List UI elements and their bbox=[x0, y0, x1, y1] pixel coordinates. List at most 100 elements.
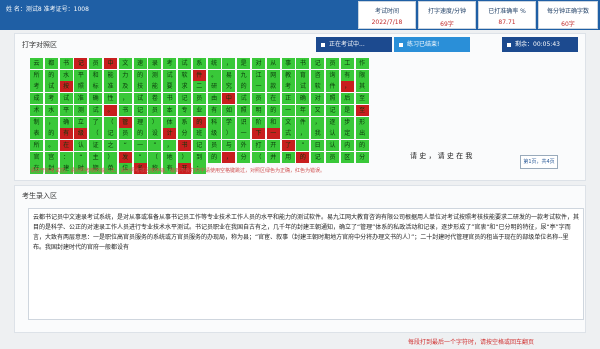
compare-cell-correct: ” bbox=[148, 139, 162, 151]
compare-cell-correct: 及 bbox=[118, 81, 132, 93]
stat-label: 考试时间 bbox=[374, 8, 399, 15]
page-indicator[interactable]: 第1页，共4页 bbox=[520, 155, 558, 169]
compare-cell-correct: 学 bbox=[222, 116, 236, 128]
compare-cell-correct: 询 bbox=[326, 69, 339, 81]
compare-cell-correct: 分 bbox=[178, 128, 191, 140]
compare-cell-correct: 至 bbox=[355, 93, 369, 105]
compare-cell-correct: 我 bbox=[311, 128, 325, 140]
compare-cell-correct: 明 bbox=[252, 104, 265, 116]
compare-cell-correct: 用 bbox=[281, 151, 295, 163]
stat-value: 60字 bbox=[561, 21, 575, 28]
typed-text[interactable]: 云都书记员中文速录考试系统，是对从事或准备从事书记员工作等专业技术工作人员的水平… bbox=[33, 213, 579, 253]
compare-cell-correct: 记 bbox=[133, 104, 147, 116]
compare-cell-correct: 江 bbox=[252, 69, 265, 81]
compare-cell-correct: 准 bbox=[104, 81, 117, 93]
examinee-info: 姓 名：测试8 准考证号：1008 bbox=[6, 6, 89, 13]
compare-cell-correct: 技 bbox=[133, 81, 147, 93]
compare-cell-correct: 试 bbox=[133, 93, 147, 105]
compare-cell-correct: 分 bbox=[237, 151, 251, 163]
compare-cell-correct: 易 bbox=[222, 69, 236, 81]
compare-cell-correct: 正 bbox=[281, 93, 295, 105]
compare-cell-correct: ： bbox=[59, 151, 73, 163]
stat-typing-speed: 打字速度/分钟 69字 bbox=[418, 1, 476, 29]
compare-cell-correct: 和 bbox=[89, 69, 103, 81]
compare-cell-correct: 书 bbox=[163, 93, 177, 105]
compare-cell-error: 按 bbox=[59, 81, 73, 93]
compare-cell-correct: 地 bbox=[163, 151, 177, 163]
status-square-icon bbox=[399, 42, 403, 47]
compare-cell-correct: （ bbox=[89, 128, 103, 140]
compare-cell-error: 计 bbox=[163, 128, 177, 140]
compare-cell-correct: 主 bbox=[89, 151, 103, 163]
practice-status-button[interactable]: 练习已结束! bbox=[394, 37, 470, 52]
compare-cell-correct: 究 bbox=[222, 81, 236, 93]
compare-cell-correct: 有 bbox=[340, 69, 354, 81]
compare-cell-correct: 要 bbox=[163, 81, 177, 93]
compare-cell-correct: 求 bbox=[178, 81, 191, 93]
compare-cell-correct: 水 bbox=[44, 104, 58, 116]
compare-cell-correct: 是 bbox=[237, 58, 251, 69]
compare-cell-correct: 了 bbox=[89, 116, 103, 128]
compare-cell-correct: 试 bbox=[89, 104, 103, 116]
compare-cell-correct: 后 bbox=[340, 93, 354, 105]
exam-status-button[interactable]: 正在考试中... bbox=[316, 37, 392, 52]
compare-cell-correct: 的 bbox=[44, 69, 58, 81]
compare-cell-correct: 件 bbox=[296, 116, 310, 128]
compare-cell-error: 至 bbox=[355, 104, 369, 116]
compare-cell-correct: 的 bbox=[133, 128, 147, 140]
compare-cell-correct: “ bbox=[74, 151, 88, 163]
compare-cell-correct: ” bbox=[133, 151, 147, 163]
compare-cell-correct: 打 bbox=[252, 139, 265, 151]
compare-cell-correct: 从 bbox=[266, 58, 280, 69]
compare-cell-error: 。 bbox=[104, 104, 117, 116]
compare-cell-correct: 又 bbox=[311, 104, 325, 116]
compare-cell-correct: 班 bbox=[192, 128, 206, 140]
compare-cell-correct: 系 bbox=[178, 116, 191, 128]
compare-cell-correct: 照 bbox=[74, 81, 88, 93]
compare-cell-correct: 员 bbox=[326, 151, 339, 163]
compare-cell-correct: 事 bbox=[281, 58, 295, 69]
compare-cell-correct: 对 bbox=[252, 58, 265, 69]
compare-cell-correct: 体 bbox=[163, 116, 177, 128]
compare-cell-correct: 教 bbox=[281, 69, 295, 81]
compare-cell-correct: 立 bbox=[74, 116, 88, 128]
compare-cell-correct: 出 bbox=[355, 128, 369, 140]
compare-cell-correct: ， bbox=[296, 128, 310, 140]
compare-cell-correct: 到 bbox=[192, 151, 206, 163]
typing-input-box[interactable]: 云都书记员中文速录考试系统，是对从事或准备从事书记员工作等专业技术工作人员的水平… bbox=[28, 208, 584, 320]
compare-cell-correct: 试 bbox=[59, 93, 73, 105]
instruction-hint: 请在开始考试前，请对照考核的输入法，请对照考核后按序输，输到不会打的字请使用空格… bbox=[30, 168, 326, 174]
compare-cell-correct: 与 bbox=[222, 139, 236, 151]
compare-cell-correct: 证 bbox=[89, 139, 103, 151]
compare-cell-error: 的 bbox=[192, 116, 206, 128]
compare-cell-error: 中 bbox=[104, 58, 117, 69]
practice-status-label: 练习已结束! bbox=[407, 41, 440, 48]
compare-cell-correct: 对 bbox=[311, 93, 325, 105]
compare-cell-correct: 认 bbox=[74, 139, 88, 151]
compare-cell-correct: 九 bbox=[237, 69, 251, 81]
compare-cell-error: 管 bbox=[118, 116, 132, 128]
compare-cell-correct: 的 bbox=[237, 81, 251, 93]
compare-cell-correct: 专 bbox=[178, 104, 191, 116]
compare-cell-correct: 外 bbox=[237, 139, 251, 151]
compare-cell-correct: 开 bbox=[266, 139, 280, 151]
compare-cell-correct: 准 bbox=[74, 93, 88, 105]
compare-cell-correct: 速 bbox=[133, 58, 147, 69]
status-square-icon bbox=[321, 42, 325, 47]
compare-cell-correct: 如 bbox=[222, 104, 236, 116]
compare-cell-correct: 咨 bbox=[311, 69, 325, 81]
typing-area-title: 打字对照区 bbox=[22, 41, 57, 49]
compare-cell-correct: 和 bbox=[266, 116, 280, 128]
compare-cell-correct: 书 bbox=[296, 58, 310, 69]
compare-cell-correct: 的 bbox=[44, 128, 58, 140]
compare-cell-correct: ， bbox=[44, 116, 58, 128]
compare-cell-correct: 能 bbox=[148, 81, 162, 93]
compare-cell-error: 有 bbox=[59, 128, 73, 140]
compare-cell-correct: 记 bbox=[311, 151, 325, 163]
compare-cell-correct: 分 bbox=[355, 151, 369, 163]
compare-cell-correct: ） bbox=[148, 116, 162, 128]
compare-cell-correct: 员 bbox=[207, 139, 221, 151]
compare-cell-correct: 年 bbox=[296, 104, 310, 116]
compare-cell-error: 中 bbox=[222, 93, 236, 105]
compare-cell-correct: 软 bbox=[311, 81, 325, 93]
